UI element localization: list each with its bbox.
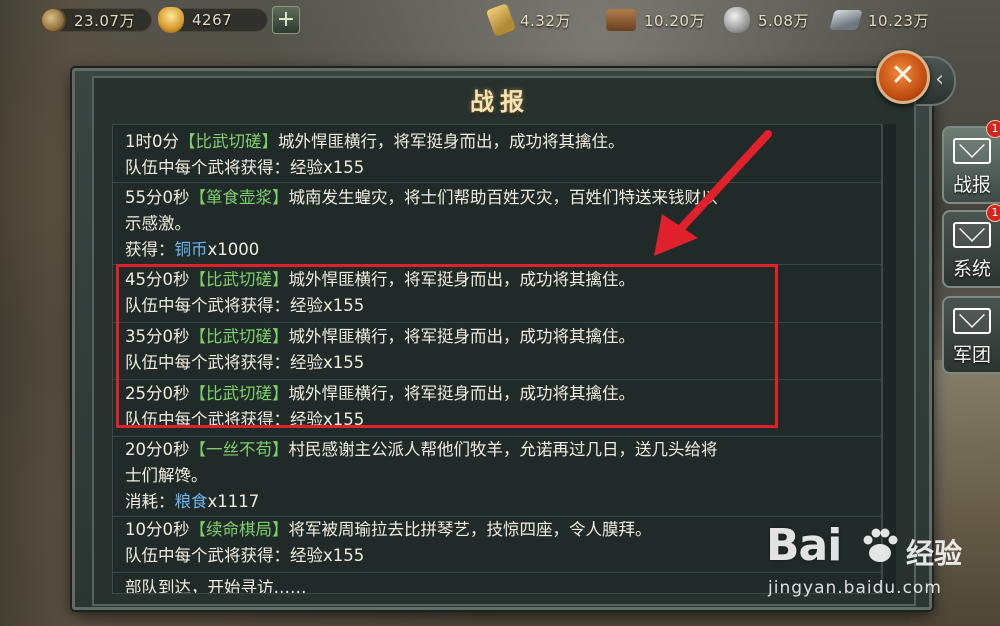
entry-tag: 【一丝不苟】 bbox=[189, 440, 289, 459]
entry-reward-item: 铜币 bbox=[174, 240, 208, 259]
wood-amount: 10.20万 bbox=[644, 11, 705, 30]
gold-resource: 4267 bbox=[158, 7, 232, 33]
entry-time: 55分0秒 bbox=[125, 188, 190, 207]
resource-bar: 23.07万 4267 + 4.32万 10.20万 5.08万 10.23万 bbox=[0, 0, 1000, 40]
entry-main-line: 20分0秒【一丝不苟】村民感谢主公派人帮他们牧羊，允诺再过几日，送几头给将 bbox=[125, 437, 871, 463]
entry-reward-prefix: 获得： bbox=[125, 240, 175, 259]
entry-reward-count: x155 bbox=[323, 158, 365, 177]
gold-ingot-icon bbox=[158, 7, 184, 33]
tab-legion[interactable]: 军团 bbox=[942, 296, 1000, 374]
entry-text: 将军被周瑜拉去比拼琴艺，技惊四座，令人膜拜。 bbox=[288, 520, 652, 539]
paw-icon bbox=[863, 528, 898, 562]
tab-battle-report[interactable]: 战报 bbox=[942, 126, 1000, 204]
grain-icon bbox=[485, 3, 517, 37]
watermark-logo-text: Bai bbox=[766, 520, 842, 571]
envelope-icon bbox=[953, 308, 991, 334]
entry-reward-prefix: 队伍中每个武将获得： bbox=[125, 546, 290, 565]
highlight-box bbox=[116, 264, 778, 428]
entry-reward-item: 经验 bbox=[290, 158, 323, 177]
add-gold-button[interactable]: + bbox=[272, 6, 300, 34]
entry-reward-item: 经验 bbox=[290, 546, 323, 565]
grain-amount: 4.32万 bbox=[520, 11, 571, 30]
baidu-watermark: Bai 经验 jingyan.baidu.com bbox=[766, 520, 966, 610]
iron-resource: 10.23万 bbox=[829, 7, 929, 33]
entry-text: 部队到达，开始寻访…… bbox=[125, 578, 307, 594]
watermark-url: jingyan.baidu.com bbox=[768, 578, 942, 598]
entry-main-line: 部队到达，开始寻访…… bbox=[125, 575, 871, 594]
entry-text: 城外悍匪横行，将军挺身而出，成功将其擒住。 bbox=[278, 132, 625, 151]
entry-time: 20分0秒 bbox=[125, 440, 190, 459]
tab-label: 战报 bbox=[952, 174, 991, 196]
copper-resource: 23.07万 bbox=[40, 7, 135, 33]
stone-amount: 5.08万 bbox=[758, 11, 809, 30]
entry-continuation-line: 士们解馋。 bbox=[125, 466, 208, 485]
envelope-icon bbox=[953, 138, 991, 164]
envelope-icon bbox=[953, 222, 991, 248]
entry-reward-prefix: 队伍中每个武将获得： bbox=[125, 158, 290, 177]
watermark-suffix: 经验 bbox=[906, 537, 963, 570]
tab-label: 系统 bbox=[952, 258, 991, 280]
tab-label: 军团 bbox=[952, 344, 991, 366]
entry-reward-count: x1117 bbox=[207, 492, 260, 511]
entry-tag: 【比武切磋】 bbox=[179, 132, 278, 151]
entry-reward-count: x1000 bbox=[207, 240, 260, 259]
stone-resource: 5.08万 bbox=[724, 7, 809, 33]
copper-coin-icon bbox=[40, 7, 66, 33]
entry-reward-prefix: 消耗： bbox=[125, 492, 175, 511]
entry-text: 村民感谢主公派人帮他们牧羊，允诺再过几日，送几头给将 bbox=[288, 440, 718, 459]
notification-badge: 1 bbox=[986, 120, 1000, 138]
entry-main-line: 10分0秒【续命棋局】将军被周瑜拉去比拼琴艺，技惊四座，令人膜拜。 bbox=[125, 517, 871, 543]
pointer-arrow bbox=[654, 130, 772, 256]
tab-system[interactable]: 系统 bbox=[942, 210, 1000, 288]
report-entry: 20分0秒【一丝不苟】村民感谢主公派人帮他们牧羊，允诺再过几日，送几头给将 士们… bbox=[113, 437, 881, 517]
wood-resource: 10.20万 bbox=[606, 7, 705, 33]
wood-icon bbox=[606, 9, 636, 31]
entry-tag: 【箪食壶浆】 bbox=[189, 188, 289, 207]
stone-icon bbox=[724, 7, 750, 33]
close-button[interactable]: ✕ bbox=[876, 50, 930, 104]
entry-reward-line: 队伍中每个武将获得：经验x155 bbox=[125, 543, 871, 569]
entry-time: 10分0秒 bbox=[125, 520, 190, 539]
entry-time: 1时0分 bbox=[125, 132, 179, 151]
gold-amount: 4267 bbox=[192, 11, 233, 29]
entry-reward-item: 粮食 bbox=[174, 492, 208, 511]
iron-icon bbox=[829, 10, 863, 30]
iron-amount: 10.23万 bbox=[868, 11, 929, 30]
entry-tag: 【续命棋局】 bbox=[189, 520, 289, 539]
grain-resource: 4.32万 bbox=[485, 3, 571, 37]
notification-badge: 1 bbox=[986, 204, 1000, 222]
entry-reward-count: x155 bbox=[323, 546, 365, 565]
copper-amount: 23.07万 bbox=[74, 11, 135, 30]
panel-title: 战报 bbox=[470, 87, 530, 116]
entry-cost-line: 消耗：粮食x1117 bbox=[125, 489, 871, 515]
